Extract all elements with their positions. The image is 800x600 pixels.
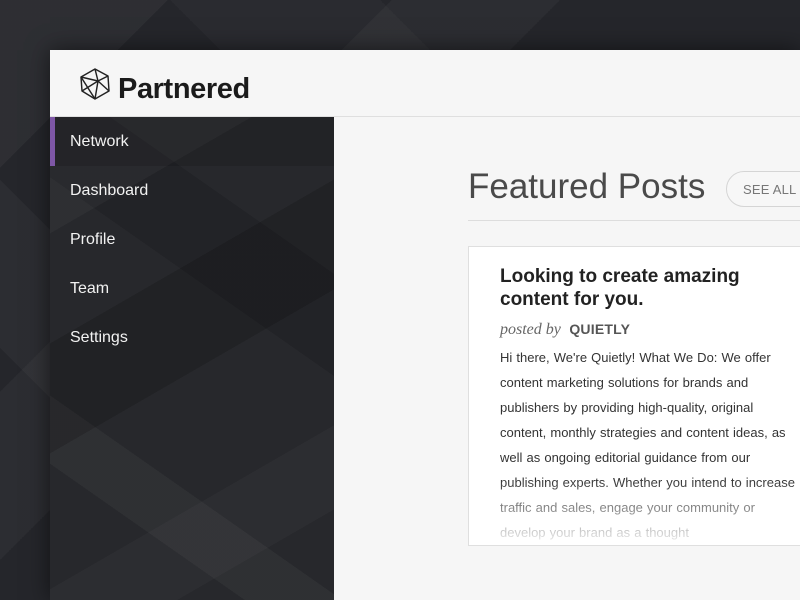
sidebar-item-team[interactable]: Team (50, 264, 334, 313)
post-title[interactable]: Looking to create amazing content for yo… (500, 265, 780, 311)
geodesic-logo-icon (80, 68, 110, 100)
posted-by-label: posted by (500, 321, 561, 338)
sidebar-item-label: Settings (70, 328, 128, 346)
sidebar-item-dashboard[interactable]: Dashboard (50, 166, 334, 215)
author-name[interactable]: QUIETLY (569, 321, 630, 337)
sidebar-navigation: Network Dashboard Profile Team Settings (50, 117, 334, 600)
post-byline: posted by QUIETLY (500, 321, 630, 339)
sidebar-item-network[interactable]: Network (50, 117, 334, 166)
post-excerpt: Hi there, We're Quietly! What We Do: We … (500, 350, 795, 540)
sidebar-item-label: Dashboard (70, 181, 149, 199)
featured-post-card[interactable]: Looking to create amazing content for yo… (468, 246, 800, 546)
sidebar-item-label: Profile (70, 230, 116, 248)
sidebar-item-label: Network (70, 132, 129, 150)
sidebar-item-profile[interactable]: Profile (50, 215, 334, 264)
sidebar-item-settings[interactable]: Settings (50, 313, 334, 362)
see-all-button[interactable]: SEE ALL ✕ (726, 171, 800, 207)
app-window: Partnered Network Dashboard Profile Team… (50, 50, 800, 600)
brand-logo[interactable]: Partnered (78, 62, 250, 106)
page-background: { "brand": { "name": "Partnered", "logo_… (0, 0, 800, 600)
sidebar-item-label: Team (70, 279, 110, 297)
section-divider (468, 220, 800, 221)
brand-name: Partnered (118, 73, 250, 105)
top-header: Partnered (50, 50, 800, 117)
section-title: Featured Posts (468, 167, 706, 206)
main-content: Featured Posts SEE ALL ✕ Looking to crea… (334, 117, 800, 600)
see-all-label: SEE ALL (743, 181, 797, 197)
